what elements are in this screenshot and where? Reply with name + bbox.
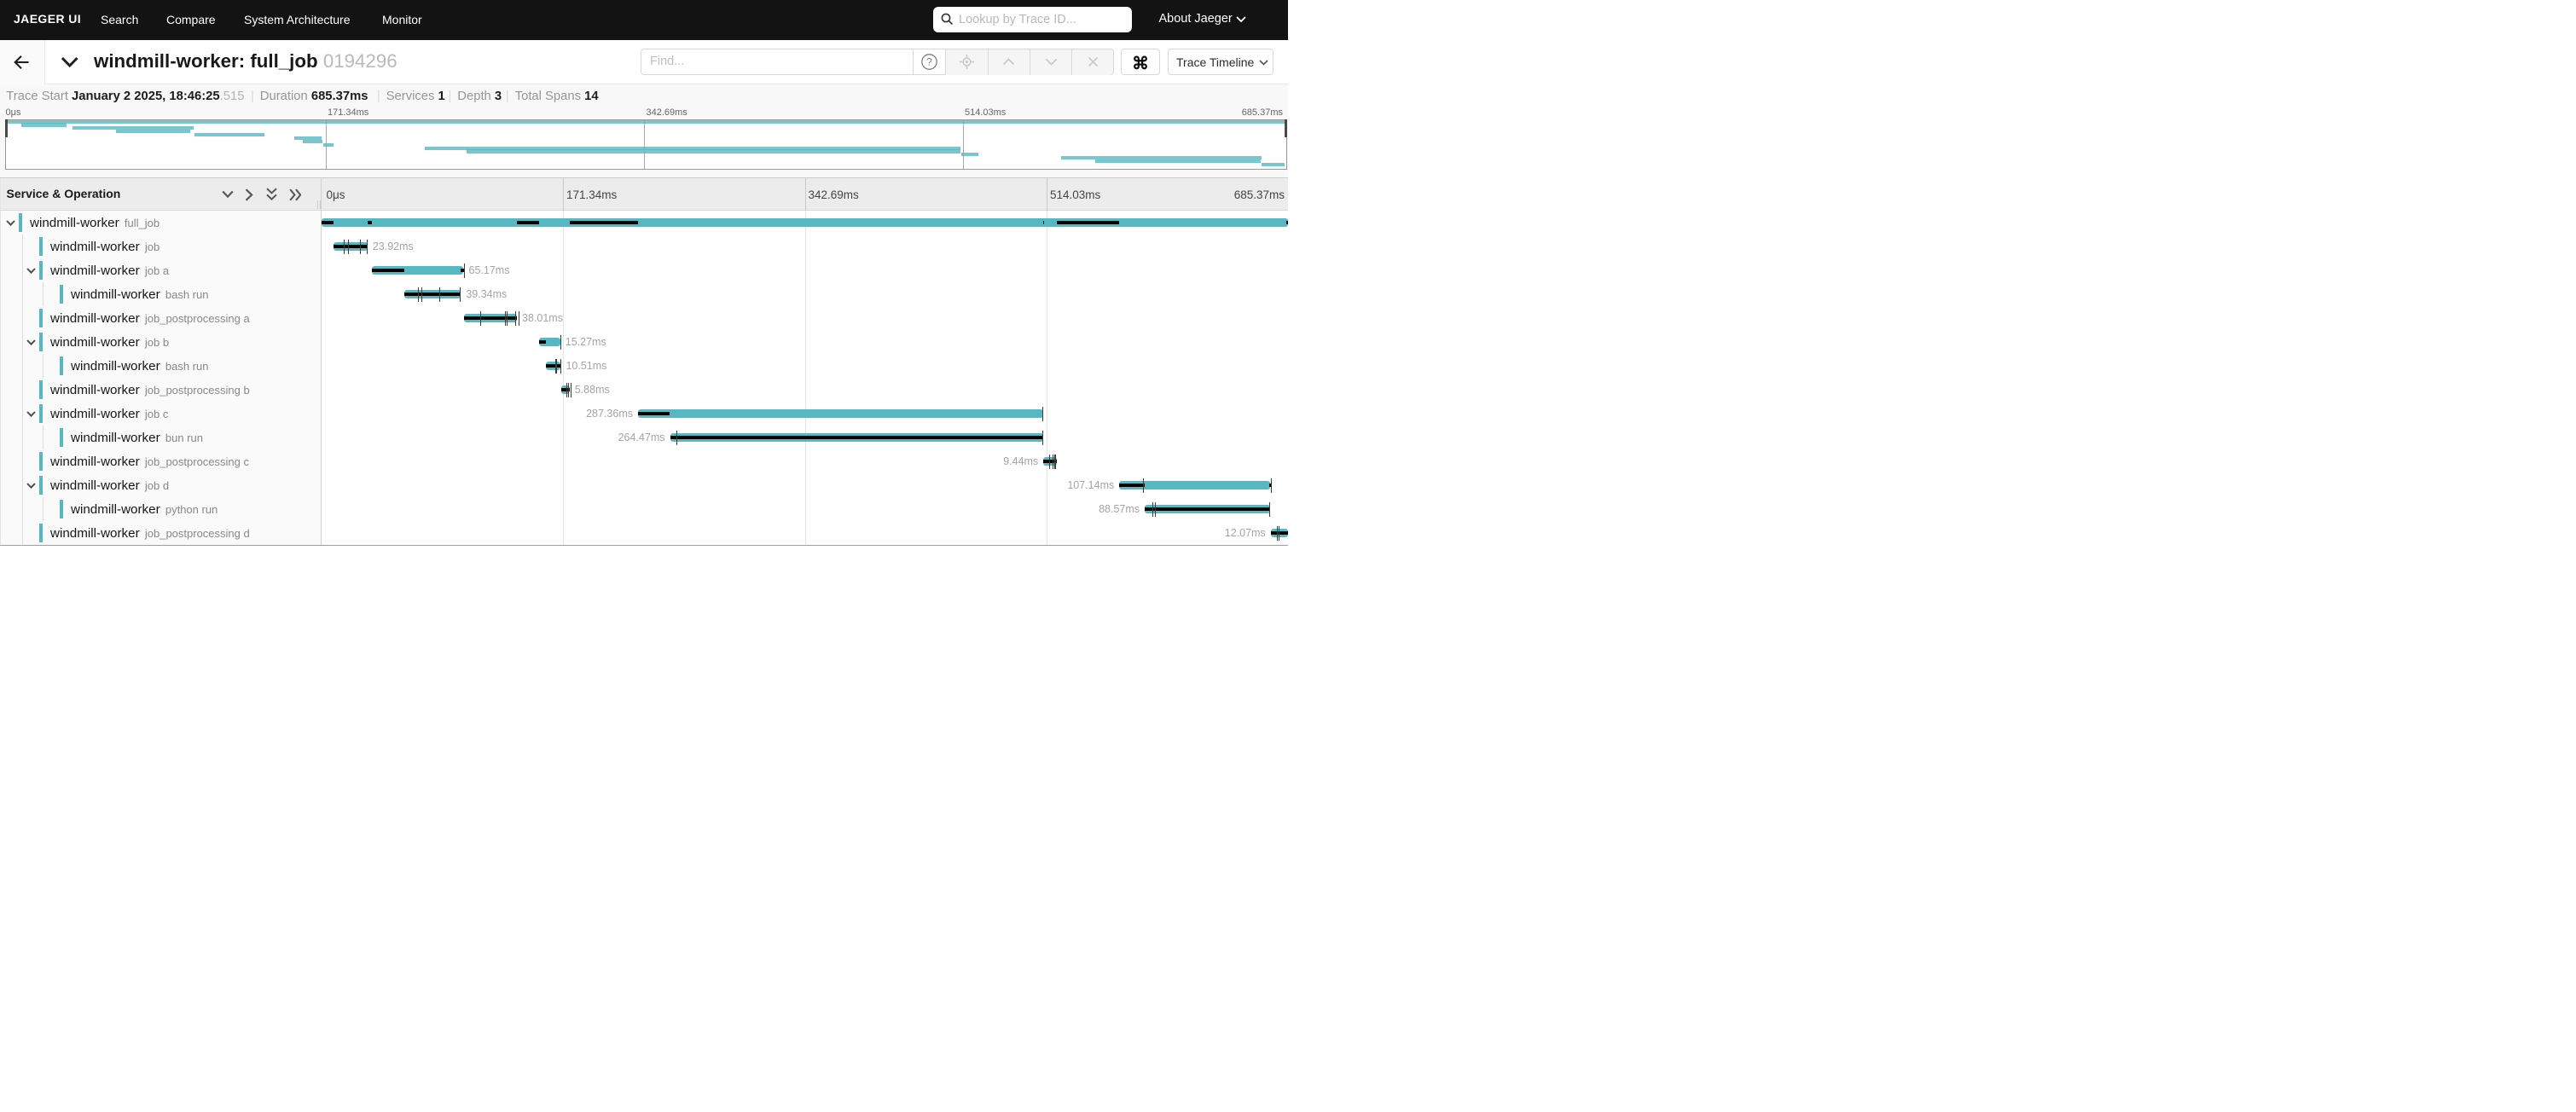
svg-text:?: ? [926, 56, 932, 68]
